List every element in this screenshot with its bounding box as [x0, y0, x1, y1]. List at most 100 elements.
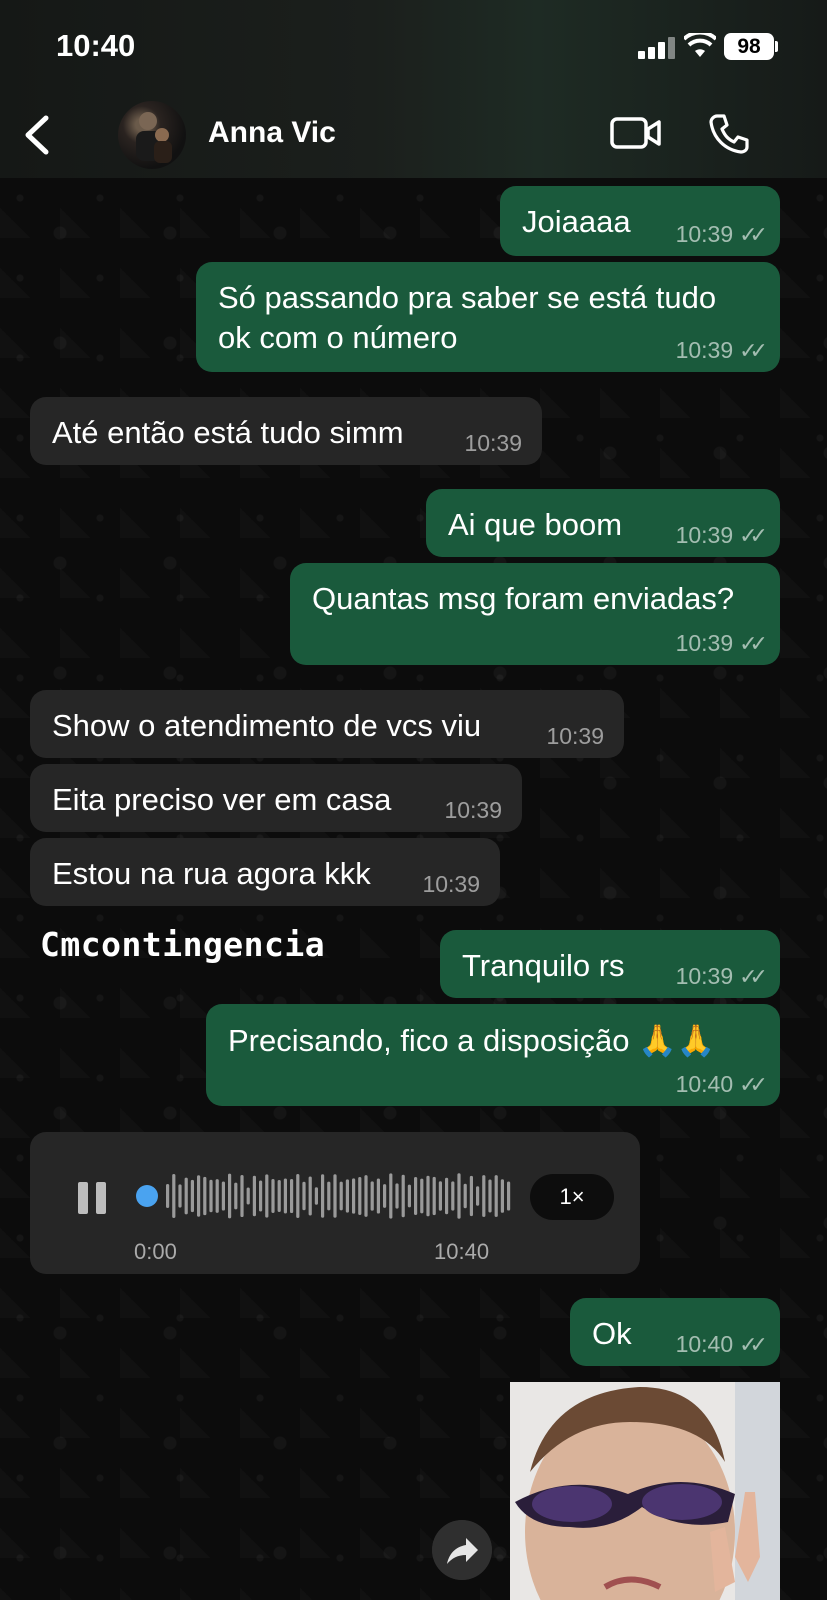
message-meta: 10:39 ✓✓ — [675, 522, 768, 548]
waveform-bar — [457, 1173, 461, 1219]
contact-name[interactable]: Anna Vic — [208, 116, 336, 150]
phone-call-icon[interactable] — [708, 113, 750, 155]
waveform-bar — [401, 1174, 405, 1218]
waveform-bar — [203, 1176, 207, 1216]
double-check-icon: ✓✓ — [739, 1072, 768, 1097]
waveform-bar — [445, 1177, 449, 1215]
message-text: Tranquilo rs — [462, 948, 625, 983]
voice-message[interactable]: 1× 0:00 10:40 — [30, 1132, 640, 1274]
waveform-bar — [296, 1173, 300, 1219]
waveform-bar — [271, 1178, 275, 1214]
waveform-bar — [358, 1177, 362, 1215]
waveform-bar — [488, 1179, 492, 1213]
message-bubble-incoming[interactable]: Eita preciso ver em casa 10:39 — [30, 764, 522, 832]
waveform-bar — [426, 1175, 430, 1217]
waveform-bar — [178, 1184, 182, 1208]
message-meta: 10:40 ✓✓ — [675, 1071, 768, 1097]
status-time: 10:40 — [56, 28, 136, 63]
waveform-bar — [209, 1179, 213, 1213]
waveform-bar — [215, 1179, 219, 1213]
waveform-bar — [438, 1181, 442, 1211]
waveform-bar — [376, 1178, 380, 1214]
waveform-bar — [389, 1173, 393, 1219]
waveform-bar — [197, 1175, 201, 1217]
message-bubble-incoming[interactable]: Até então está tudo simm 10:39 — [30, 397, 542, 465]
message-text: Até então está tudo simm — [52, 415, 404, 450]
waveform-bar — [166, 1184, 170, 1208]
message-meta: 10:39 ✓✓ — [675, 630, 768, 656]
waveform-bar — [327, 1181, 331, 1211]
back-arrow-icon[interactable] — [18, 110, 58, 160]
message-text: Show o atendimento de vcs viu — [52, 708, 482, 743]
waveform-bar — [370, 1181, 374, 1211]
message-text: Ai que boom — [448, 507, 623, 542]
message-text: Eita preciso ver em casa — [52, 782, 392, 817]
waveform-bar — [246, 1187, 250, 1205]
chat-header: 10:40 98 Anna Vic — [0, 0, 827, 178]
waveform-bar — [290, 1178, 294, 1214]
message-bubble-outgoing[interactable]: Só passando pra saber se está tudo ok co… — [196, 262, 780, 372]
waveform-bar — [463, 1183, 467, 1209]
message-text: Ok — [592, 1316, 632, 1351]
waveform-bar — [364, 1175, 368, 1217]
waveform-bar — [259, 1180, 263, 1212]
waveform-bar — [221, 1181, 225, 1211]
message-meta: 10:39 ✓✓ — [675, 963, 768, 989]
waveform-bar — [507, 1181, 511, 1211]
waveform-bar — [345, 1179, 349, 1213]
signal-icon — [638, 37, 676, 59]
waveform-bar — [184, 1177, 188, 1215]
message-bubble-incoming[interactable]: Show o atendimento de vcs viu 10:39 — [30, 690, 624, 758]
message-bubble-incoming[interactable]: Estou na rua agora kkk 10:39 — [30, 838, 500, 906]
waveform-bar — [265, 1174, 269, 1218]
forward-icon[interactable] — [432, 1520, 492, 1580]
message-text-line2: ok com o número — [218, 320, 458, 355]
playback-speed-button[interactable]: 1× — [530, 1174, 614, 1220]
double-check-icon: ✓✓ — [739, 222, 768, 247]
waveform-bar — [352, 1178, 356, 1214]
avatar[interactable] — [118, 101, 186, 169]
waveform-bar — [420, 1178, 424, 1214]
message-meta: 10:40 ✓✓ — [675, 1331, 768, 1357]
message-meta: 10:39 ✓✓ — [675, 337, 768, 363]
waveform-bar — [395, 1183, 399, 1209]
double-check-icon: ✓✓ — [739, 338, 768, 363]
message-bubble-outgoing[interactable]: Tranquilo rs 10:39 ✓✓ — [440, 930, 780, 998]
waveform-bar — [494, 1175, 498, 1217]
voice-position: 0:00 — [134, 1239, 177, 1264]
waveform-bar — [432, 1176, 436, 1216]
waveform-bar — [172, 1173, 176, 1219]
message-bubble-outgoing[interactable]: Precisando, fico a disposição 🙏🙏 10:40 ✓✓ — [206, 1004, 780, 1106]
waveform-bar — [383, 1184, 387, 1208]
message-text: Quantas msg foram enviadas? — [312, 581, 735, 616]
image-message[interactable] — [510, 1382, 780, 1600]
waveform-bar — [240, 1174, 244, 1218]
message-meta: 10:39 — [546, 723, 604, 749]
message-bubble-outgoing[interactable]: Ok 10:40 ✓✓ — [570, 1298, 780, 1366]
waveform-bar — [234, 1182, 238, 1210]
video-call-icon[interactable] — [610, 115, 662, 151]
watermark-text: Cmcontingencia — [40, 925, 326, 964]
double-check-icon: ✓✓ — [739, 1332, 768, 1357]
message-bubble-outgoing[interactable]: Quantas msg foram enviadas? 10:39 ✓✓ — [290, 563, 780, 665]
waveform-bar — [482, 1175, 486, 1217]
message-meta: 10:39 — [422, 871, 480, 897]
waveform-bar — [414, 1177, 418, 1215]
voice-time: 10:40 — [434, 1239, 490, 1264]
double-check-icon: ✓✓ — [739, 523, 768, 548]
double-check-icon: ✓✓ — [739, 964, 768, 989]
audio-waveform[interactable] — [166, 1166, 526, 1226]
message-text: Joiaaaa — [522, 204, 631, 239]
message-text: Precisando, fico a disposição 🙏🙏 — [228, 1023, 716, 1058]
waveform-bar — [190, 1179, 194, 1213]
wifi-icon — [684, 33, 716, 57]
waveform-bar — [302, 1181, 306, 1211]
message-bubble-outgoing[interactable]: Joiaaaa 10:39 ✓✓ — [500, 186, 780, 256]
playback-scrubber[interactable] — [136, 1185, 158, 1207]
message-meta: 10:39 — [464, 430, 522, 456]
waveform-bar — [252, 1175, 256, 1217]
message-bubble-outgoing[interactable]: Ai que boom 10:39 ✓✓ — [426, 489, 780, 557]
waveform-bar — [407, 1184, 411, 1208]
double-check-icon: ✓✓ — [739, 631, 768, 656]
waveform-bar — [321, 1174, 325, 1218]
